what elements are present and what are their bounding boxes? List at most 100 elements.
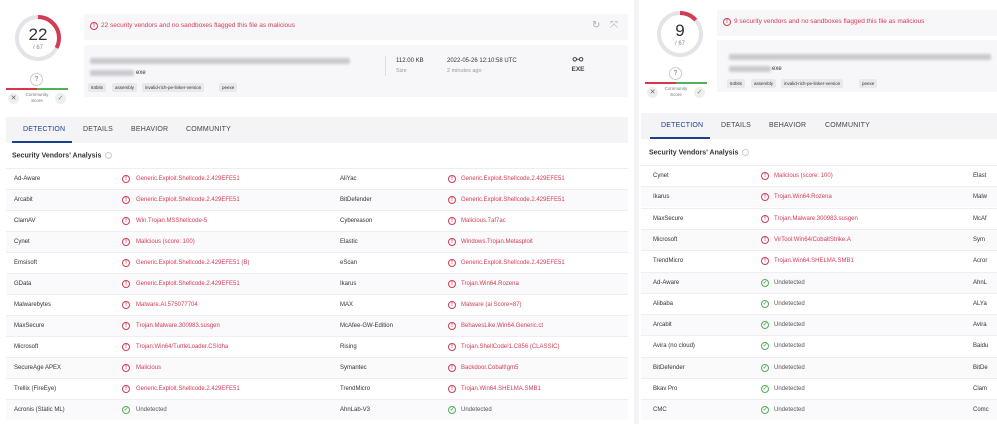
malicious-alert-icon: ! [448, 238, 456, 246]
vendor-name: ALYa [973, 300, 987, 307]
tag[interactable]: peexe [219, 83, 238, 92]
tag[interactable]: 64bits [727, 79, 746, 88]
file-summary-card: exe 64bits assembly invalid-rich-pe-link… [84, 45, 628, 97]
detection-result: Trojan.Win64.Rozena [461, 281, 519, 287]
vendor-name: MAX [340, 302, 354, 308]
tag[interactable]: 64bits [88, 83, 107, 92]
detection-result: Generic.Exploit.Shellcode.2.429EFE51 (B) [136, 260, 250, 266]
table-row: GData! Generic.Exploit.Shellcode.2.429EFE… [6, 273, 628, 294]
file-type-label: EXE [571, 66, 585, 73]
community-score: ? ✕ Community Score ✓ [645, 67, 707, 107]
malicious-alert-icon: ! [761, 257, 769, 266]
file-name-redacted [90, 70, 134, 76]
malicious-alert-icon: ! [448, 364, 456, 372]
tab-detection[interactable]: DETECTION [23, 126, 65, 133]
tab-behavior[interactable]: BEHAVIOR [769, 122, 806, 129]
file-hash-redacted [729, 54, 991, 60]
tab-behavior[interactable]: BEHAVIOR [131, 126, 168, 133]
detection-result: Undetected [774, 322, 805, 329]
malicious-alert-icon: ! [122, 364, 130, 372]
detection-result: Trojan.Win64.SHELMA.SMB1 [774, 258, 854, 265]
malicious-alert-icon: ! [122, 280, 130, 288]
report-tabs: DETECTION DETAILS BEHAVIOR COMMUNITY [641, 113, 997, 139]
detection-result: Trojan.ShellCode!1.C856 (CLASSIC) [461, 344, 560, 350]
malicious-alert-icon: ! [448, 175, 456, 183]
undetected-check-icon: ✓ [761, 342, 769, 351]
vendor-name: Ikarus [653, 194, 670, 201]
tab-detection[interactable]: DETECTION [661, 122, 703, 129]
tag[interactable]: assembly [112, 83, 138, 92]
vendor-name: GData [14, 281, 32, 287]
table-row: BitDefender ✓ Undetected BitDe [641, 356, 997, 378]
detection-result: Undetected [774, 279, 805, 286]
vendor-name: Acror [973, 258, 988, 265]
vendor-name: Malw [973, 194, 988, 201]
similar-files-icon[interactable]: ⤧ [610, 20, 618, 31]
vendor-name: Symantec [340, 365, 367, 371]
vendor-name: eScan [340, 260, 358, 266]
undetected-check-icon: ✓ [761, 363, 769, 372]
file-name-suffix: exe [136, 70, 146, 76]
detection-result: Malware.AI.575077704 [136, 302, 198, 308]
tag[interactable]: invalid-rich-pe-linker-version [781, 79, 844, 88]
detection-result: Generic.Exploit.Shellcode.2.429EFE51 [461, 197, 565, 203]
table-row: Trellix (FireEye)! Generic.Exploit.Shellc… [6, 378, 628, 399]
malicious-alert-icon: ! [122, 343, 130, 351]
vendor-name: Microsoft [14, 344, 39, 350]
file-size-value: 112.00 KB [396, 58, 424, 64]
vote-malicious-icon[interactable]: ✕ [8, 93, 19, 104]
vendor-name: Baidu [973, 343, 989, 350]
detection-count: 22 [28, 25, 48, 44]
alert-text: 22 security vendors and no sandboxes fla… [101, 22, 296, 29]
table-row: Ikarus! Trojan.Win64.Rozena Malw [641, 186, 997, 208]
malicious-alert-icon: ! [122, 322, 130, 330]
malicious-alert-icon: ! [122, 217, 130, 225]
tab-details[interactable]: DETAILS [83, 126, 113, 133]
exe-file-icon: ⚯ EXE [568, 53, 588, 73]
detection-result: Undetected [461, 407, 492, 413]
detection-result: Malicious.7af7ac [461, 218, 506, 224]
table-row: Acronis (Static ML) ✓ Undetected AhnLab-V3 ✓… [6, 399, 628, 420]
table-row: TrendMicro! Trojan.Win64.SHELMA.SMB1 Acror [641, 250, 997, 271]
table-row: Emsisoft! Generic.Exploit.Shellcode.2.429… [6, 252, 628, 273]
detection-result: Malicious (score: 100) [774, 173, 833, 179]
tab-community[interactable]: COMMUNITY [825, 122, 870, 129]
vendor-name: Ikarus [340, 281, 357, 287]
detection-score-ring: 9 / 67 [655, 9, 705, 59]
active-tab-indicator [650, 137, 710, 139]
detection-alert: ! 22 security vendors and no sandboxes f… [84, 14, 628, 40]
reanalyze-icon[interactable]: ↻ [592, 20, 600, 31]
table-row: Ad-Aware! Generic.Exploit.Shellcode.2.429… [6, 168, 628, 189]
detection-result: BehavesLike.Win64.Generic.ct [461, 323, 544, 329]
malicious-alert-icon: ! [761, 235, 769, 244]
tag[interactable]: assembly [751, 79, 777, 88]
file-summary-card: exe 64bits assembly invalid-rich-pe-link… [717, 40, 997, 92]
vote-harmless-icon[interactable]: ✓ [55, 93, 66, 104]
question-icon: ? [30, 73, 43, 86]
detection-result: Windows.Trojan.Metasploit [461, 239, 533, 245]
tab-details[interactable]: DETAILS [721, 122, 751, 129]
vendor-name: BitDe [973, 364, 988, 371]
detection-result: Backdoor.Cobalt!gm5 [461, 365, 519, 371]
vote-malicious-icon[interactable]: ✕ [647, 87, 658, 98]
undetected-check-icon: ✓ [761, 385, 769, 393]
section-title-text: Security Vendors' Analysis [649, 149, 739, 157]
vendor-name: McAfee-GW-Edition [340, 323, 393, 329]
vendor-name: Elastic [340, 239, 358, 245]
meta-divider [385, 56, 386, 76]
scan-date-value: 2022-05-26 12:10:58 UTC [447, 58, 517, 64]
vendor-name: Bkav Pro [653, 386, 678, 392]
tab-community[interactable]: COMMUNITY [186, 126, 231, 133]
tag[interactable]: invalid-rich-pe-linker-version [142, 83, 205, 92]
malicious-alert-icon: ! [122, 385, 130, 393]
vote-harmless-icon[interactable]: ✓ [694, 87, 705, 98]
tag[interactable]: peexe [859, 79, 878, 88]
detection-result: Undetected [774, 407, 805, 414]
left-report-panel: 22 / 67 ? ✕ Community Score ✓ ! 22 secur… [0, 0, 632, 424]
malicious-alert-icon: ! [761, 172, 769, 180]
table-row: Cynet! Malicious (score: 100) Elast [641, 165, 997, 186]
table-row: Arcabit ✓ Undetected Avira [641, 314, 997, 336]
detection-result: VirTool:Win64/CobaltStrike.A [774, 236, 851, 243]
vendor-name: CMC [653, 407, 667, 414]
table-row: Microsoft! VirTool:Win64/CobaltStrike.A Sy… [641, 228, 997, 250]
